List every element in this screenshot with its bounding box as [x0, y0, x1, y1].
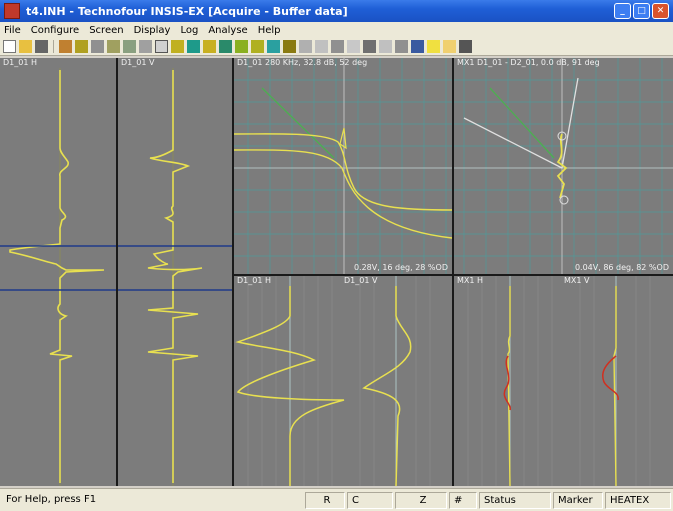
open-folder-icon[interactable] [19, 40, 32, 53]
print-icon[interactable] [35, 40, 48, 53]
trigger-icon[interactable] [123, 40, 136, 53]
window-title: t4.INH - Technofour INSIS-EX [Acquire - … [26, 4, 348, 18]
menu-configure[interactable]: Configure [31, 25, 79, 36]
filter-icon[interactable] [75, 40, 88, 53]
maximize-button[interactable]: □ [633, 3, 650, 19]
zoom-fit-icon[interactable] [299, 40, 312, 53]
zoom-out-icon[interactable] [331, 40, 344, 53]
menu-help[interactable]: Help [258, 25, 281, 36]
menu-display[interactable]: Display [134, 25, 171, 36]
panel-readout: 0.04V, 86 deg, 82 %OD [574, 263, 669, 272]
panel-label-h: MX1 H [457, 276, 484, 285]
channel-icon[interactable] [187, 40, 200, 53]
grid-icon[interactable] [219, 40, 232, 53]
new-file-icon[interactable] [3, 40, 16, 53]
panel-readout: 0.28V, 16 deg, 28 %OD [353, 263, 448, 272]
balance-icon[interactable] [91, 40, 104, 53]
strip-panel-h[interactable]: D1_01 H [0, 58, 116, 486]
calibrate-icon[interactable] [139, 40, 152, 53]
window-icon[interactable] [155, 40, 168, 53]
monitor-icon[interactable] [459, 40, 472, 53]
bars-icon[interactable] [251, 40, 264, 53]
scan-icon[interactable] [363, 40, 376, 53]
lissajous-plot-1 [234, 58, 452, 274]
menu-bar: File Configure Screen Display Log Analys… [0, 22, 673, 38]
workspace: D1_01 H D1_01 V D1_01 280 KHz, 32.8 dB, … [0, 58, 673, 486]
title-bar: t4.INH - Technofour INSIS-EX [Acquire - … [0, 0, 673, 22]
scale-icon[interactable] [107, 40, 120, 53]
probe-icon[interactable] [59, 40, 72, 53]
menu-log[interactable]: Log [180, 25, 198, 36]
menu-screen[interactable]: Screen [89, 25, 123, 36]
status-z: Z [395, 492, 447, 509]
highlight-icon[interactable] [283, 40, 296, 53]
lissajous-panel-1[interactable]: D1_01 280 KHz, 32.8 dB, 52 deg 0.28V, 16… [234, 58, 452, 274]
status-c: C [347, 492, 393, 509]
status-marker: Marker [553, 492, 603, 509]
menu-analyse[interactable]: Analyse [208, 25, 247, 36]
app-icon [4, 3, 20, 19]
status-help: For Help, press F1 [6, 494, 97, 505]
strip-trace-h [0, 68, 116, 486]
status-heatex: HEATEX [605, 492, 671, 509]
export-icon[interactable] [395, 40, 408, 53]
histogram-icon[interactable] [235, 40, 248, 53]
toolbar [0, 38, 673, 56]
status-status: Status [479, 492, 551, 509]
toolbar-separator [53, 40, 54, 53]
menu-file[interactable]: File [4, 25, 21, 36]
panel-label-v: MX1 V [564, 276, 590, 285]
zoom-panel-1[interactable]: D1_01 H D1_01 V [234, 276, 452, 486]
lissajous-panel-2[interactable]: MX1 D1_01 - D2_01, 0.0 dB, 91 deg 0.04V,… [454, 58, 673, 274]
zoom-in-icon[interactable] [315, 40, 328, 53]
strip-chart-icon[interactable] [171, 40, 184, 53]
check-icon[interactable] [379, 40, 392, 53]
star-icon[interactable] [443, 40, 456, 53]
strip-trace-v [118, 68, 232, 486]
color-bar-icon[interactable] [267, 40, 280, 53]
bar-icon[interactable] [203, 40, 216, 53]
panel-label: MX1 D1_01 - D2_01, 0.0 dB, 91 deg [457, 58, 600, 67]
zoom-reset-icon[interactable] [347, 40, 360, 53]
close-button[interactable]: ✕ [652, 3, 669, 19]
panel-label: D1_01 280 KHz, 32.8 dB, 52 deg [237, 58, 368, 67]
minimize-button[interactable]: _ [614, 3, 631, 19]
zoom-plot-2 [467, 276, 651, 486]
status-bar: For Help, press F1 R C Z # Status Marker… [0, 488, 673, 511]
panel-label-v: D1_01 V [344, 276, 378, 285]
status-hash: # [449, 492, 477, 509]
status-r: R [305, 492, 345, 509]
strip-panel-v[interactable]: D1_01 V [118, 58, 232, 486]
zoom-plot-1 [235, 276, 431, 486]
light-icon[interactable] [427, 40, 440, 53]
screen-icon[interactable] [411, 40, 424, 53]
zoom-panel-2[interactable]: MX1 H MX1 V [454, 276, 673, 486]
lissajous-plot-2 [454, 58, 673, 274]
panel-label-h: D1_01 H [237, 276, 271, 285]
